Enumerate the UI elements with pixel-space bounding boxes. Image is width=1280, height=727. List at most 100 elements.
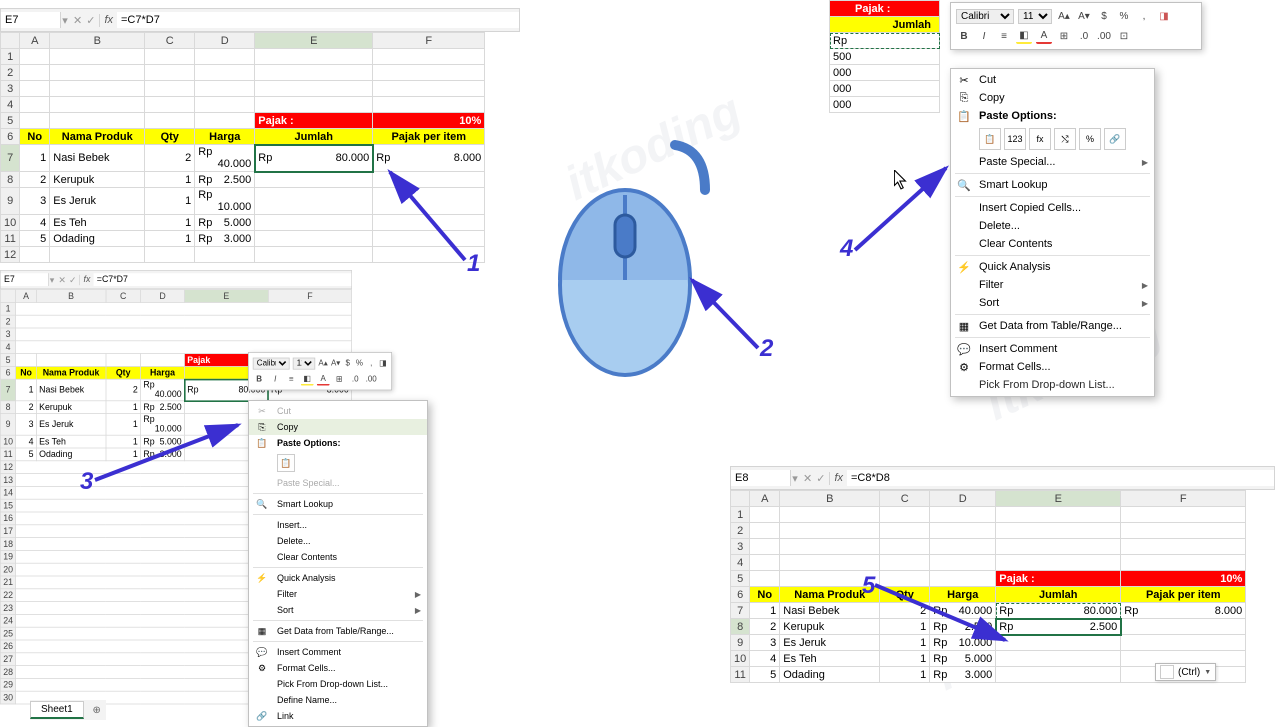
currency-icon[interactable]: $ [344,357,353,370]
font-size-select[interactable]: 11 [1018,9,1052,24]
fill-color-icon[interactable]: ◧ [1016,28,1032,44]
paste-default-icon[interactable]: 📋 [979,128,1001,150]
menu-pick-dropdown[interactable]: Pick From Drop-down List... [951,376,1154,394]
row-5[interactable]: 5 [1,113,20,129]
enter-icon[interactable]: ✓ [86,14,95,27]
decimal-dec-icon[interactable]: .00 [365,373,378,386]
decimal-dec-icon[interactable]: .00 [1096,28,1112,44]
enter-icon[interactable]: ✓ [69,274,76,284]
paste-link-icon[interactable]: 🔗 [1104,128,1126,150]
row-4[interactable]: 4 [1,97,20,113]
row-3[interactable]: 3 [1,81,20,97]
paste-ctrl-button[interactable]: (Ctrl) ▼ [1155,663,1216,681]
row-7[interactable]: 7 [1,145,20,172]
fx-icon[interactable]: fx [80,275,93,285]
font-color-icon[interactable]: A [317,373,330,386]
menu-insert-copied[interactable]: Insert Copied Cells... [951,199,1154,217]
paste-default-icon[interactable]: 📋 [277,454,295,472]
increase-font-icon[interactable]: A▴ [1056,8,1072,24]
col-C[interactable]: C [145,33,195,49]
add-sheet-icon[interactable]: ⊕ [88,701,106,719]
row-10[interactable]: 10 [1,215,20,231]
menu-sort[interactable]: Sort▶ [951,294,1154,312]
increase-font-icon[interactable]: A▴ [318,357,327,370]
menu-filter[interactable]: Filter▶ [249,586,427,602]
comma-icon[interactable]: , [1136,8,1152,24]
format-painter-icon[interactable]: ◨ [379,357,388,370]
merge-icon[interactable]: ⊡ [1116,28,1132,44]
menu-quick-analysis[interactable]: ⚡Quick Analysis [951,258,1154,276]
row-2[interactable]: 2 [1,65,20,81]
col-B[interactable]: B [50,33,145,49]
formula-input[interactable]: =C7*D7 [117,12,519,28]
cell-E7-dashed[interactable]: Rp [830,33,940,49]
col-D[interactable]: D [195,33,255,49]
menu-sort[interactable]: Sort▶ [249,602,427,618]
row-6[interactable]: 6 [1,129,20,145]
cell-E7[interactable]: Rp80.000 [255,145,373,172]
bold-icon[interactable]: B [253,373,266,386]
decrease-font-icon[interactable]: A▾ [331,357,340,370]
row-8[interactable]: 8 [1,172,20,188]
row-9[interactable]: 9 [1,188,20,215]
menu-clear[interactable]: Clear Contents [249,549,427,565]
col-F[interactable]: F [373,33,485,49]
align-icon[interactable]: ≡ [996,28,1012,44]
paste-values-icon[interactable]: 123 [1004,128,1026,150]
menu-paste-special[interactable]: Paste Special... [249,475,427,491]
menu-cut[interactable]: ✂Cut [951,71,1154,89]
menu-paste-special[interactable]: Paste Special...▶ [951,153,1154,171]
align-icon[interactable]: ≡ [285,373,298,386]
enter-icon[interactable]: ✓ [816,472,825,485]
menu-get-data[interactable]: ▦Get Data from Table/Range... [249,623,427,639]
menu-delete[interactable]: Delete... [249,533,427,549]
menu-pick-dropdown[interactable]: Pick From Drop-down List... [249,676,427,692]
menu-smart-lookup[interactable]: 🔍Smart Lookup [249,496,427,512]
col-E[interactable]: E [255,33,373,49]
fx-icon[interactable]: fx [830,472,847,484]
border-icon[interactable]: ⊞ [1056,28,1072,44]
menu-format-cells[interactable]: ⚙Format Cells... [951,358,1154,376]
cancel-icon[interactable]: ✕ [73,14,82,27]
name-box[interactable]: E7 [1,12,61,28]
decimal-inc-icon[interactable]: .0 [349,373,362,386]
col-A[interactable]: A [20,33,50,49]
format-painter-icon[interactable]: ◨ [1156,8,1172,24]
bold-icon[interactable]: B [956,28,972,44]
cell-E7-dashed-5[interactable]: Rp80.000 [996,603,1121,619]
formula-input-5[interactable]: =C8*D8 [847,470,1274,486]
paste-formulas-icon[interactable]: fx [1029,128,1051,150]
currency-icon[interactable]: $ [1096,8,1112,24]
font-size-select[interactable]: 11 [293,357,315,369]
formula-input-3[interactable]: =C7*D7 [94,273,352,286]
menu-filter[interactable]: Filter▶ [951,276,1154,294]
menu-cut[interactable]: ✂Cut [249,403,427,419]
menu-insert-comment[interactable]: 💬Insert Comment [249,644,427,660]
fill-color-icon[interactable]: ◧ [301,373,314,386]
paste-formatting-icon[interactable]: % [1079,128,1101,150]
italic-icon[interactable]: I [976,28,992,44]
menu-copy[interactable]: ⎘Copy [951,89,1154,107]
row-1[interactable]: 1 [1,49,20,65]
decimal-inc-icon[interactable]: .0 [1076,28,1092,44]
menu-delete[interactable]: Delete... [951,217,1154,235]
cell-E8[interactable]: Rp2.500 [996,619,1121,635]
cancel-icon[interactable]: ✕ [58,274,65,284]
menu-define-name[interactable]: Define Name... [249,692,427,708]
font-select[interactable]: Calibri [253,357,290,369]
percent-icon[interactable]: % [355,357,364,370]
menu-link[interactable]: 🔗Link [249,708,427,724]
italic-icon[interactable]: I [269,373,282,386]
name-box-3[interactable]: E7 [1,273,49,286]
menu-clear[interactable]: Clear Contents [951,235,1154,253]
fx-icon[interactable]: fx [100,14,117,26]
decrease-font-icon[interactable]: A▾ [1076,8,1092,24]
percent-icon[interactable]: % [1116,8,1132,24]
font-color-icon[interactable]: A [1036,28,1052,44]
menu-insert-comment[interactable]: 💬Insert Comment [951,340,1154,358]
menu-format-cells[interactable]: ⚙Format Cells... [249,660,427,676]
comma-icon[interactable]: , [367,357,376,370]
paste-transpose-icon[interactable]: ⤭ [1054,128,1076,150]
menu-insert[interactable]: Insert... [249,517,427,533]
menu-quick-analysis[interactable]: ⚡Quick Analysis [249,570,427,586]
